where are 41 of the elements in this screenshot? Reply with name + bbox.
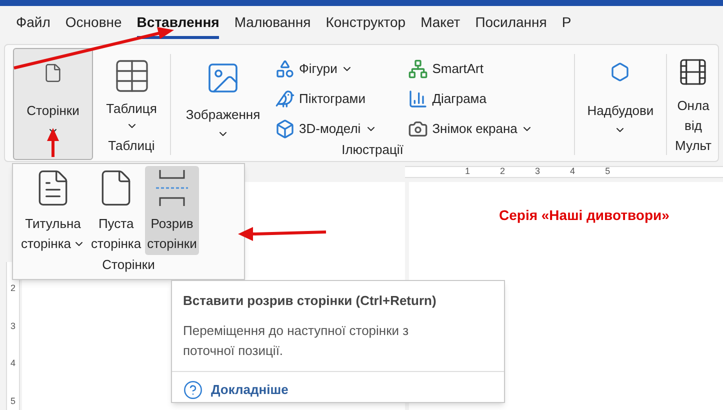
cube-icon <box>275 118 295 139</box>
tooltip-title: Вставити розрив сторінки (Ctrl+Return) <box>183 292 438 310</box>
camera-icon <box>408 118 428 139</box>
tooltip-description: Переміщення до наступної сторінки з поточної позиції. <box>183 322 410 360</box>
ribbon-tab[interactable]: Основне <box>65 12 122 39</box>
group-label: Ілюстрації <box>342 140 404 159</box>
table-button[interactable]: Таблиця <box>106 54 157 132</box>
ribbon-item[interactable]: 3D-моделі <box>275 118 400 140</box>
ribbon-item[interactable]: Діаграма <box>408 88 534 110</box>
ribbon-tab[interactable]: Р <box>562 12 572 39</box>
ribbon-tab[interactable]: Малювання <box>234 12 311 39</box>
bar-chart-icon <box>408 88 428 109</box>
ribbon-item[interactable]: Фігури <box>275 58 400 80</box>
group-label: Мульт <box>675 136 712 155</box>
ribbon-tab[interactable]: Посилання <box>475 12 547 39</box>
bird-icon <box>275 88 295 109</box>
ribbon-item[interactable]: Знімок екрана <box>408 118 534 140</box>
picture-button[interactable]: Зображення <box>171 54 275 140</box>
menu-item[interactable]: Титульна сторінка <box>19 166 88 255</box>
vertical-ruler: 2 3 4 5 <box>6 262 20 410</box>
ribbon-tab[interactable]: Файл <box>16 12 50 39</box>
shapes-icon <box>275 58 295 79</box>
ribbon-item[interactable]: SmartArt <box>408 58 534 80</box>
pages-button[interactable]: Сторінки <box>13 48 93 160</box>
menu-item[interactable]: Розрив сторінки <box>145 166 199 255</box>
hexagon-icon <box>610 62 630 82</box>
menu-item[interactable]: Пуста сторінка <box>89 166 144 255</box>
ribbon-tab[interactable]: Макет <box>420 12 460 39</box>
page-icon <box>43 63 63 83</box>
addins-button[interactable]: Надбудови <box>587 54 654 136</box>
ribbon-tab[interactable]: Конструктор <box>326 12 406 39</box>
ribbon-item[interactable]: Піктограми <box>275 88 400 110</box>
arrow <box>47 128 59 157</box>
smartart-icon <box>408 58 428 79</box>
group-label: Таблиці <box>108 136 155 155</box>
help-icon <box>183 380 203 400</box>
learn-more-link[interactable]: Докладніше <box>211 380 288 400</box>
horizontal-ruler: 1 2 3 4 5 <box>405 166 723 178</box>
video-button[interactable]: Онла від <box>675 54 712 135</box>
group-label: Сторінки <box>102 256 155 274</box>
document-heading: Серія «Наші дивотвори» <box>499 207 670 223</box>
